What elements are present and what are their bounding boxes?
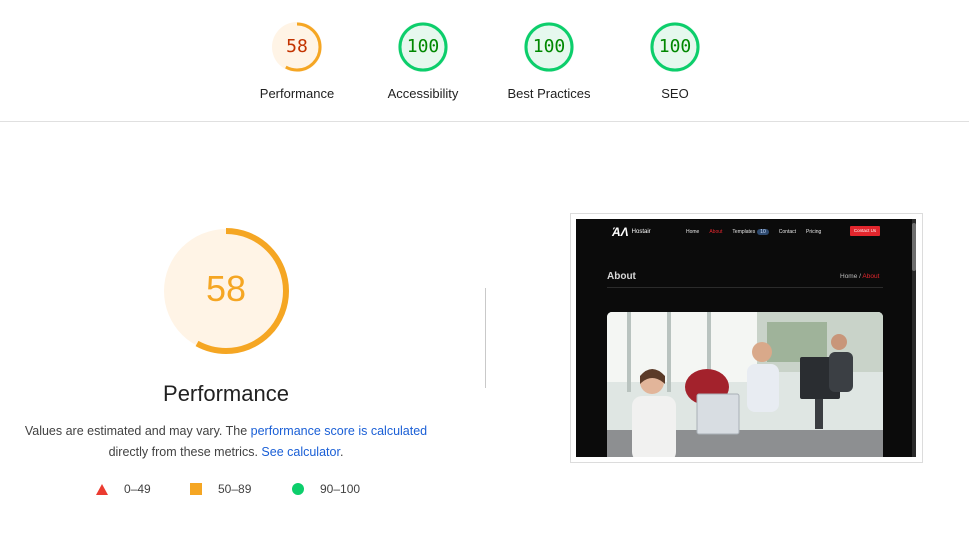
site-menu: Home About Templates 10 Contact Pricing [686,229,831,235]
gauge-label: Performance [259,86,335,101]
square-icon [190,483,202,495]
screenshot-scrollbar [912,219,916,457]
gauge-score: 100 [658,36,692,57]
category-gauges: 58 Performance 100 Accessibility 100 Bes… [0,0,969,122]
gauge-label: Accessibility [387,86,459,101]
site-logo: ΆΛ Hostair [612,225,651,239]
gauge-performance[interactable]: 58 Performance [237,20,357,101]
site-page-heading: About [607,271,636,282]
performance-main-gauge: 58 [162,227,290,355]
gauge-label: Best Practices [507,86,591,101]
screenshot-image: ΆΛ Hostair Home About Templates 10 Contact Pr… [576,219,916,457]
gauge-best-practices[interactable]: 100 Best Practices [489,20,609,101]
gauge-accessibility[interactable]: 100 Accessibility [363,20,483,101]
site-menu-item: Pricing [806,229,822,235]
legend-item-pass: 90–100 [292,482,360,496]
gauge-score: 100 [532,36,566,57]
legend-label: 90–100 [320,482,361,496]
gauge-score: 100 [406,36,440,57]
see-calculator-link[interactable]: See calculator [261,445,340,459]
site-menu-item: Templates [732,229,756,235]
site-breadcrumb: Home / About [840,273,879,280]
triangle-icon [96,483,108,495]
legend-label: 0–49 [124,482,151,496]
site-divider [607,287,883,288]
site-logo-text: Hostair [631,229,651,235]
gauge-score: 58 [286,36,308,57]
breadcrumb-current: About [862,273,880,280]
performance-score-link[interactable]: performance score is calculated [251,424,427,438]
final-screenshot[interactable]: ΆΛ Hostair Home About Templates 10 Contact Pr… [570,213,923,463]
site-contact-button: Contact Us [850,226,880,236]
logo-mark-icon: ΆΛ [612,225,629,239]
desc-text: directly from these metrics. [108,445,262,459]
site-menu-item: Home [686,229,700,235]
breadcrumb-home: Home [840,273,858,280]
site-navbar: ΆΛ Hostair Home About Templates 10 Contact Pr… [576,219,912,247]
legend-item-average: 50–89 [190,482,251,496]
legend-label: 50–89 [218,482,252,496]
performance-score: 58 [205,268,247,309]
office-photo [607,312,883,457]
desc-text: . [339,445,344,459]
site-menu-item: Contact [778,229,797,235]
site-menu-item: About [709,229,723,235]
performance-title: Performance [163,381,289,406]
desc-text: Values are estimated and may vary. The [24,424,251,438]
legend-item-fail: 0–49 [96,482,151,496]
gauge-seo[interactable]: 100 SEO [615,20,735,101]
templates-badge: 10 [757,229,769,235]
vertical-divider [485,288,486,388]
circle-icon [292,483,304,495]
gauge-label: SEO [661,86,689,101]
performance-description: Values are estimated and may vary. The p… [16,421,436,463]
